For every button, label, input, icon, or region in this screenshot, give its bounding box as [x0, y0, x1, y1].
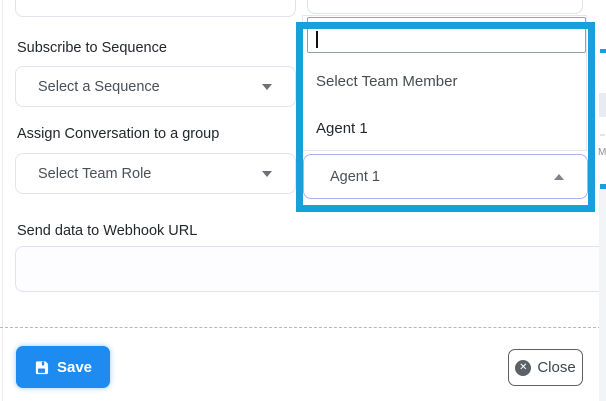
save-button[interactable]: Save: [16, 346, 110, 388]
team-member-select[interactable]: Agent 1: [303, 154, 588, 199]
dropdown-option-agent-1[interactable]: Agent 1: [316, 120, 566, 137]
top-right-input[interactable]: [307, 0, 583, 14]
edge-highlight-fragment-top: [600, 49, 606, 53]
chevron-up-icon: [554, 174, 564, 180]
close-icon: ✕: [515, 360, 531, 376]
team-role-select[interactable]: Select Team Role: [15, 153, 296, 194]
modal-left-border: [2, 0, 3, 401]
team-role-select-value: Select Team Role: [16, 166, 262, 182]
chevron-down-icon: [262, 171, 272, 177]
edge-line-fragment: [600, 134, 605, 136]
edge-partial-text: M: [598, 147, 606, 161]
webhook-url-label: Send data to Webhook URL: [17, 223, 197, 240]
dropdown-option-select-team-member[interactable]: Select Team Member: [316, 73, 566, 90]
subscribe-to-sequence-label: Subscribe to Sequence: [17, 40, 167, 57]
edge-panel-fragment: [599, 93, 606, 117]
team-member-select-value: Agent 1: [304, 169, 554, 185]
close-button-label: Close: [537, 359, 575, 376]
edge-highlight-fragment-bottom: [600, 184, 606, 189]
sequence-select[interactable]: Select a Sequence: [15, 66, 296, 107]
footer-divider: [0, 327, 606, 328]
save-button-label: Save: [57, 359, 92, 376]
close-button[interactable]: ✕ Close: [508, 349, 583, 386]
chevron-down-icon: [262, 84, 272, 90]
sequence-select-value: Select a Sequence: [16, 79, 262, 95]
top-left-input[interactable]: [15, 0, 296, 17]
automation-settings-modal: Subscribe to Sequence Select a Sequence …: [0, 0, 606, 401]
webhook-url-input[interactable]: [15, 246, 606, 292]
save-icon: [34, 360, 49, 375]
team-member-search-input[interactable]: [307, 17, 586, 53]
assign-group-label: Assign Conversation to a group: [17, 126, 219, 143]
page-edge-strip: [599, 188, 606, 401]
text-cursor: [316, 31, 318, 48]
